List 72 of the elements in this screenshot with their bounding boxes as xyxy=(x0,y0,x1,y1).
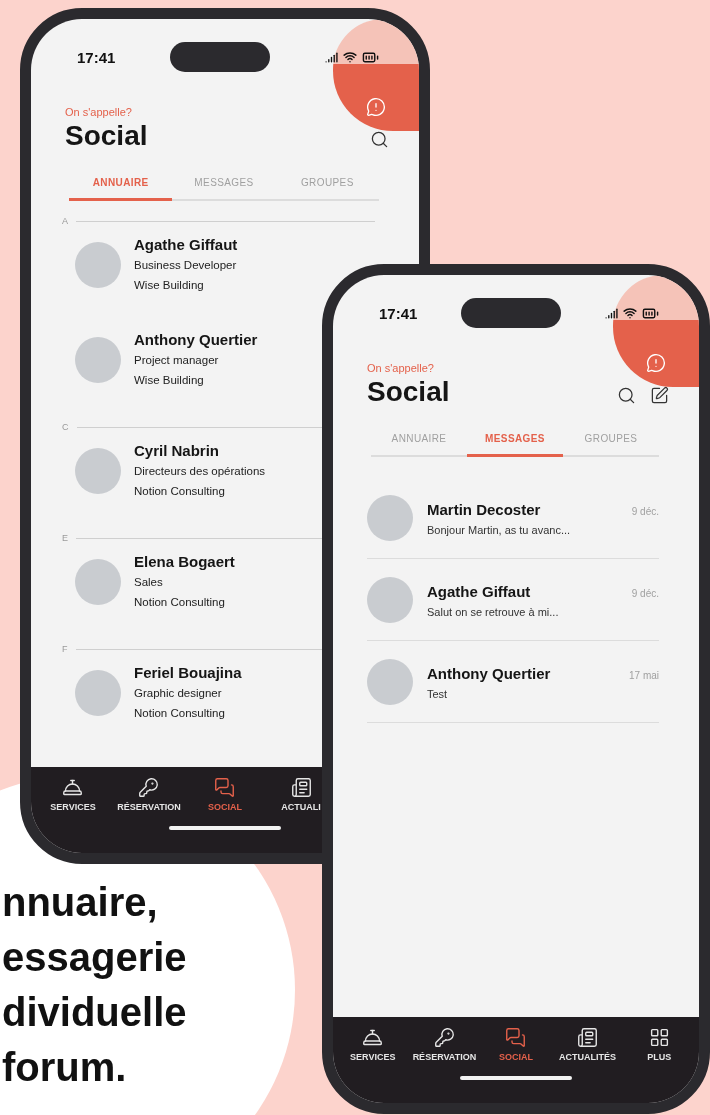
nav-item[interactable]: SERVICES xyxy=(50,777,96,812)
grid-icon xyxy=(648,1027,670,1048)
bell-icon xyxy=(62,777,84,798)
avatar-placeholder xyxy=(367,659,413,705)
section-letter: A xyxy=(62,216,68,226)
caption-text: nnuaire, essagerie dividuelle forum. xyxy=(2,879,188,1091)
key-icon xyxy=(433,1027,455,1048)
bell-icon xyxy=(362,1027,384,1048)
message-preview: Test xyxy=(427,688,449,700)
newspaper-icon xyxy=(577,1027,599,1048)
contact-name[interactable]: Anthony Quertier xyxy=(427,664,551,684)
wifi-icon xyxy=(343,50,357,64)
section-letter: F xyxy=(62,644,68,654)
newspaper-icon xyxy=(290,777,312,798)
nav-item[interactable]: RÉSERVATION xyxy=(412,1027,477,1062)
status-time: 17:41 xyxy=(379,304,418,322)
page-title: Social xyxy=(65,119,148,153)
nav-item[interactable]: ACTUALITÉS xyxy=(559,1027,617,1062)
section-letter: E xyxy=(62,533,68,543)
alert-chat-icon xyxy=(646,353,666,373)
kicker-text: On s'appelle? xyxy=(65,105,133,119)
contact-name[interactable]: Anthony Quertier xyxy=(134,329,258,350)
avatar-placeholder xyxy=(75,558,121,605)
contact-name[interactable]: Martin Decoster xyxy=(427,500,541,520)
nav-item[interactable]: SERVICES xyxy=(350,1027,396,1062)
chat-icon xyxy=(214,777,236,798)
alert-button[interactable] xyxy=(613,275,699,387)
nav-item[interactable]: ACTUALI xyxy=(281,777,321,812)
avatar-placeholder xyxy=(75,241,121,288)
avatar-placeholder xyxy=(367,495,413,541)
signal-icon xyxy=(325,50,338,64)
compose-icon[interactable] xyxy=(650,386,669,405)
message-date: 9 déc. xyxy=(631,588,659,599)
signal-icon xyxy=(605,306,618,320)
nav-item[interactable]: SOCIAL xyxy=(499,1027,533,1062)
contact-name[interactable]: Elena Bogaert xyxy=(134,551,235,572)
page-title: Social xyxy=(367,375,450,409)
message-date: 9 déc. xyxy=(631,506,659,517)
key-icon xyxy=(138,777,160,798)
wifi-icon xyxy=(623,306,637,320)
contact-company: Wise Building xyxy=(134,277,205,293)
contact-name[interactable]: Agathe Giffaut xyxy=(134,234,238,255)
contact-company: Notion Consulting xyxy=(134,483,226,499)
message-date: 17 mai xyxy=(629,670,659,681)
contact-company: Notion Consulting xyxy=(134,705,226,721)
search-icon[interactable] xyxy=(617,386,636,405)
section-letter: C xyxy=(62,422,69,432)
avatar-placeholder xyxy=(75,336,121,383)
nav-item[interactable]: PLUS xyxy=(647,1027,672,1062)
contact-role: Directeurs des opérations xyxy=(134,463,266,479)
search-icon[interactable] xyxy=(370,130,389,149)
avatar-placeholder xyxy=(75,669,121,716)
contact-company: Wise Building xyxy=(134,372,205,388)
message-preview: Salut on se retrouve à mi... xyxy=(427,606,560,618)
avatar-placeholder xyxy=(367,577,413,623)
alert-chat-icon xyxy=(366,97,386,117)
alert-button[interactable] xyxy=(333,19,419,131)
kicker-text: On s'appelle? xyxy=(367,361,435,375)
nav-item[interactable]: RÉSERVATION xyxy=(117,777,181,812)
avatar-placeholder xyxy=(75,447,121,494)
contact-role: Graphic designer xyxy=(134,685,223,701)
status-time: 17:41 xyxy=(77,48,116,66)
message-preview: Bonjour Martin, as tu avanc... xyxy=(427,524,572,536)
contact-role: Project manager xyxy=(134,352,220,368)
nav-item[interactable]: SOCIAL xyxy=(208,777,242,812)
contact-name[interactable]: Cyril Nabrin xyxy=(134,440,266,461)
contact-name[interactable]: Agathe Giffaut xyxy=(427,582,531,602)
contact-company: Notion Consulting xyxy=(134,594,226,610)
contact-role: Business Developer xyxy=(134,257,238,273)
chat-icon xyxy=(505,1027,527,1048)
contact-role: Sales xyxy=(134,574,164,590)
contact-name[interactable]: Feriel Bouajina xyxy=(134,662,242,683)
